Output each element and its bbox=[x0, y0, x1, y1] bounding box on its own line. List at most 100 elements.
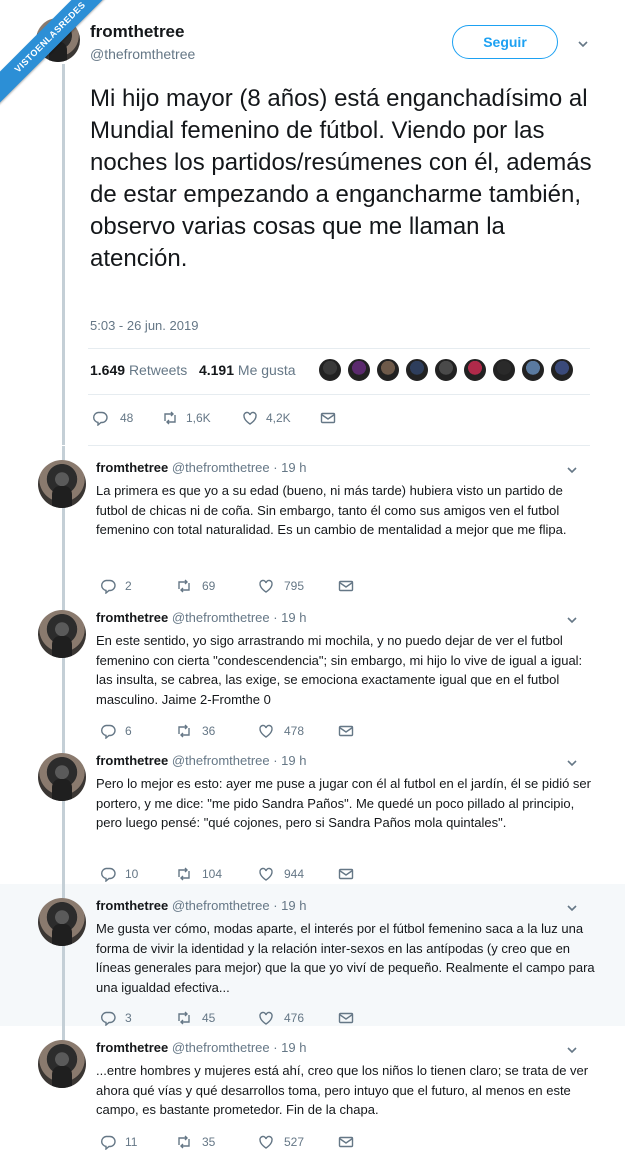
reply-header: fromthetree @thefromthetree · 19 h bbox=[96, 1040, 306, 1055]
reply-tweet[interactable]: fromthetree @thefromthetree · 19 h Pero … bbox=[0, 739, 625, 884]
liker-avatar[interactable] bbox=[405, 358, 429, 382]
username[interactable]: @thefromthetree bbox=[172, 460, 273, 475]
avatar[interactable] bbox=[38, 610, 86, 658]
reply-action[interactable]: 11 bbox=[100, 1134, 176, 1150]
thread-line bbox=[62, 801, 65, 884]
retweet-action[interactable]: 45 bbox=[176, 1010, 258, 1026]
retweet-action[interactable]: 36 bbox=[176, 723, 258, 739]
retweet-action[interactable]: 1,6K bbox=[162, 410, 242, 426]
chevron-down-icon[interactable] bbox=[566, 902, 578, 914]
display-name[interactable]: fromthetree bbox=[96, 460, 168, 475]
display-name[interactable]: fromthetree bbox=[96, 753, 168, 768]
liker-avatar[interactable] bbox=[463, 358, 487, 382]
thread-line bbox=[62, 596, 65, 610]
timestamp[interactable]: · 19 h bbox=[273, 610, 306, 625]
reply-tweet[interactable]: fromthetree @thefromthetree · 19 h Me gu… bbox=[0, 884, 625, 1026]
display-name[interactable]: fromthetree bbox=[96, 610, 168, 625]
retweet-count: 36 bbox=[202, 724, 216, 738]
avatar[interactable] bbox=[38, 753, 86, 801]
liker-avatar[interactable] bbox=[550, 358, 574, 382]
reply-count: 2 bbox=[125, 579, 132, 593]
retweets-count[interactable]: 1.649 bbox=[90, 362, 125, 378]
like-action[interactable]: 476 bbox=[258, 1010, 338, 1026]
reply-action[interactable]: 3 bbox=[100, 1010, 176, 1026]
retweet-icon bbox=[178, 867, 190, 881]
username[interactable]: @thefromthetree bbox=[172, 753, 273, 768]
timestamp[interactable]: · 19 h bbox=[273, 898, 306, 913]
like-count: 476 bbox=[284, 1011, 305, 1025]
reply-tweet[interactable]: fromthetree @thefromthetree · 19 h En es… bbox=[0, 596, 625, 739]
reply-count: 11 bbox=[125, 1135, 138, 1149]
divider bbox=[88, 394, 590, 395]
tweet-actions: 3 45 476 bbox=[100, 1010, 354, 1026]
username[interactable]: @thefromthetree bbox=[90, 46, 195, 62]
retweet-icon bbox=[164, 411, 176, 425]
display-name[interactable]: fromthetree bbox=[96, 898, 168, 913]
reply-action[interactable]: 6 bbox=[100, 723, 176, 739]
retweet-count: 35 bbox=[202, 1135, 216, 1149]
retweet-action[interactable]: 104 bbox=[176, 866, 258, 882]
like-action[interactable]: 478 bbox=[258, 723, 338, 739]
timestamp[interactable]: · 19 h bbox=[273, 1040, 306, 1055]
liker-avatar[interactable] bbox=[376, 358, 400, 382]
liker-avatar[interactable] bbox=[434, 358, 458, 382]
message-action[interactable] bbox=[338, 723, 354, 739]
username[interactable]: @thefromthetree bbox=[172, 898, 273, 913]
likes-count[interactable]: 4.191 bbox=[199, 362, 234, 378]
username[interactable]: @thefromthetree bbox=[172, 610, 273, 625]
chevron-down-icon[interactable] bbox=[566, 757, 578, 769]
liker-avatar[interactable] bbox=[521, 358, 545, 382]
avatar[interactable] bbox=[38, 898, 86, 946]
tweet-text: En este sentido, yo sigo arrastrando mi … bbox=[96, 633, 583, 707]
tweet-actions: 6 36 478 bbox=[100, 723, 354, 739]
reply-icon bbox=[101, 867, 116, 882]
engagement-stats: 1.649 Retweets 4.191 Me gusta bbox=[90, 362, 296, 378]
retweet-count: 1,6K bbox=[186, 411, 211, 425]
reply-action[interactable]: 48 bbox=[92, 410, 162, 426]
retweets-label[interactable]: Retweets bbox=[129, 362, 187, 378]
thread-line bbox=[62, 1026, 65, 1040]
thread-line bbox=[62, 64, 65, 445]
message-action[interactable] bbox=[338, 1010, 354, 1026]
message-action[interactable] bbox=[338, 578, 354, 594]
reply-tweet[interactable]: fromthetree @thefromthetree · 19 h La pr… bbox=[0, 446, 625, 596]
follow-button[interactable]: Seguir bbox=[452, 25, 558, 59]
envelope-icon bbox=[338, 1136, 354, 1148]
timestamp[interactable]: 5:03 - 26 jun. 2019 bbox=[90, 318, 198, 333]
reply-action[interactable]: 2 bbox=[100, 578, 176, 594]
thread-line bbox=[62, 739, 65, 753]
like-action[interactable]: 4,2K bbox=[242, 410, 320, 426]
chevron-down-icon[interactable] bbox=[566, 464, 578, 476]
timestamp[interactable]: · 19 h bbox=[273, 460, 306, 475]
tweet-text: ...entre hombres y mujeres está ahí, cre… bbox=[96, 1063, 589, 1117]
chevron-down-icon[interactable] bbox=[566, 1044, 578, 1056]
liker-avatar[interactable] bbox=[347, 358, 371, 382]
reply-action[interactable]: 10 bbox=[100, 866, 176, 882]
reply-header: fromthetree @thefromthetree · 19 h bbox=[96, 610, 306, 625]
timestamp[interactable]: · 19 h bbox=[273, 753, 306, 768]
retweet-action[interactable]: 35 bbox=[176, 1134, 258, 1150]
like-action[interactable]: 795 bbox=[258, 578, 338, 594]
tweet-text: Mi hijo mayor (8 años) está enganchadísi… bbox=[90, 85, 592, 272]
reply-count: 3 bbox=[125, 1011, 132, 1025]
liker-avatar[interactable] bbox=[318, 358, 342, 382]
chevron-down-icon[interactable] bbox=[566, 614, 578, 626]
liker-avatar[interactable] bbox=[492, 358, 516, 382]
avatar[interactable] bbox=[38, 1040, 86, 1088]
likes-label[interactable]: Me gusta bbox=[238, 362, 296, 378]
retweet-action[interactable]: 69 bbox=[176, 578, 258, 594]
username[interactable]: @thefromthetree bbox=[172, 1040, 273, 1055]
display-name[interactable]: fromthetree bbox=[96, 1040, 168, 1055]
display-name[interactable]: fromthetree bbox=[90, 22, 184, 42]
like-action[interactable]: 944 bbox=[258, 866, 338, 882]
message-action[interactable] bbox=[338, 866, 354, 882]
like-action[interactable]: 527 bbox=[258, 1134, 338, 1150]
chevron-down-icon[interactable] bbox=[577, 38, 589, 50]
message-action[interactable] bbox=[320, 410, 336, 426]
divider bbox=[88, 348, 590, 349]
reply-icon bbox=[93, 411, 108, 426]
avatar[interactable] bbox=[38, 460, 86, 508]
reply-tweet[interactable]: fromthetree @thefromthetree · 19 h ...en… bbox=[0, 1026, 625, 1152]
message-action[interactable] bbox=[338, 1134, 354, 1150]
retweet-icon bbox=[178, 579, 190, 593]
